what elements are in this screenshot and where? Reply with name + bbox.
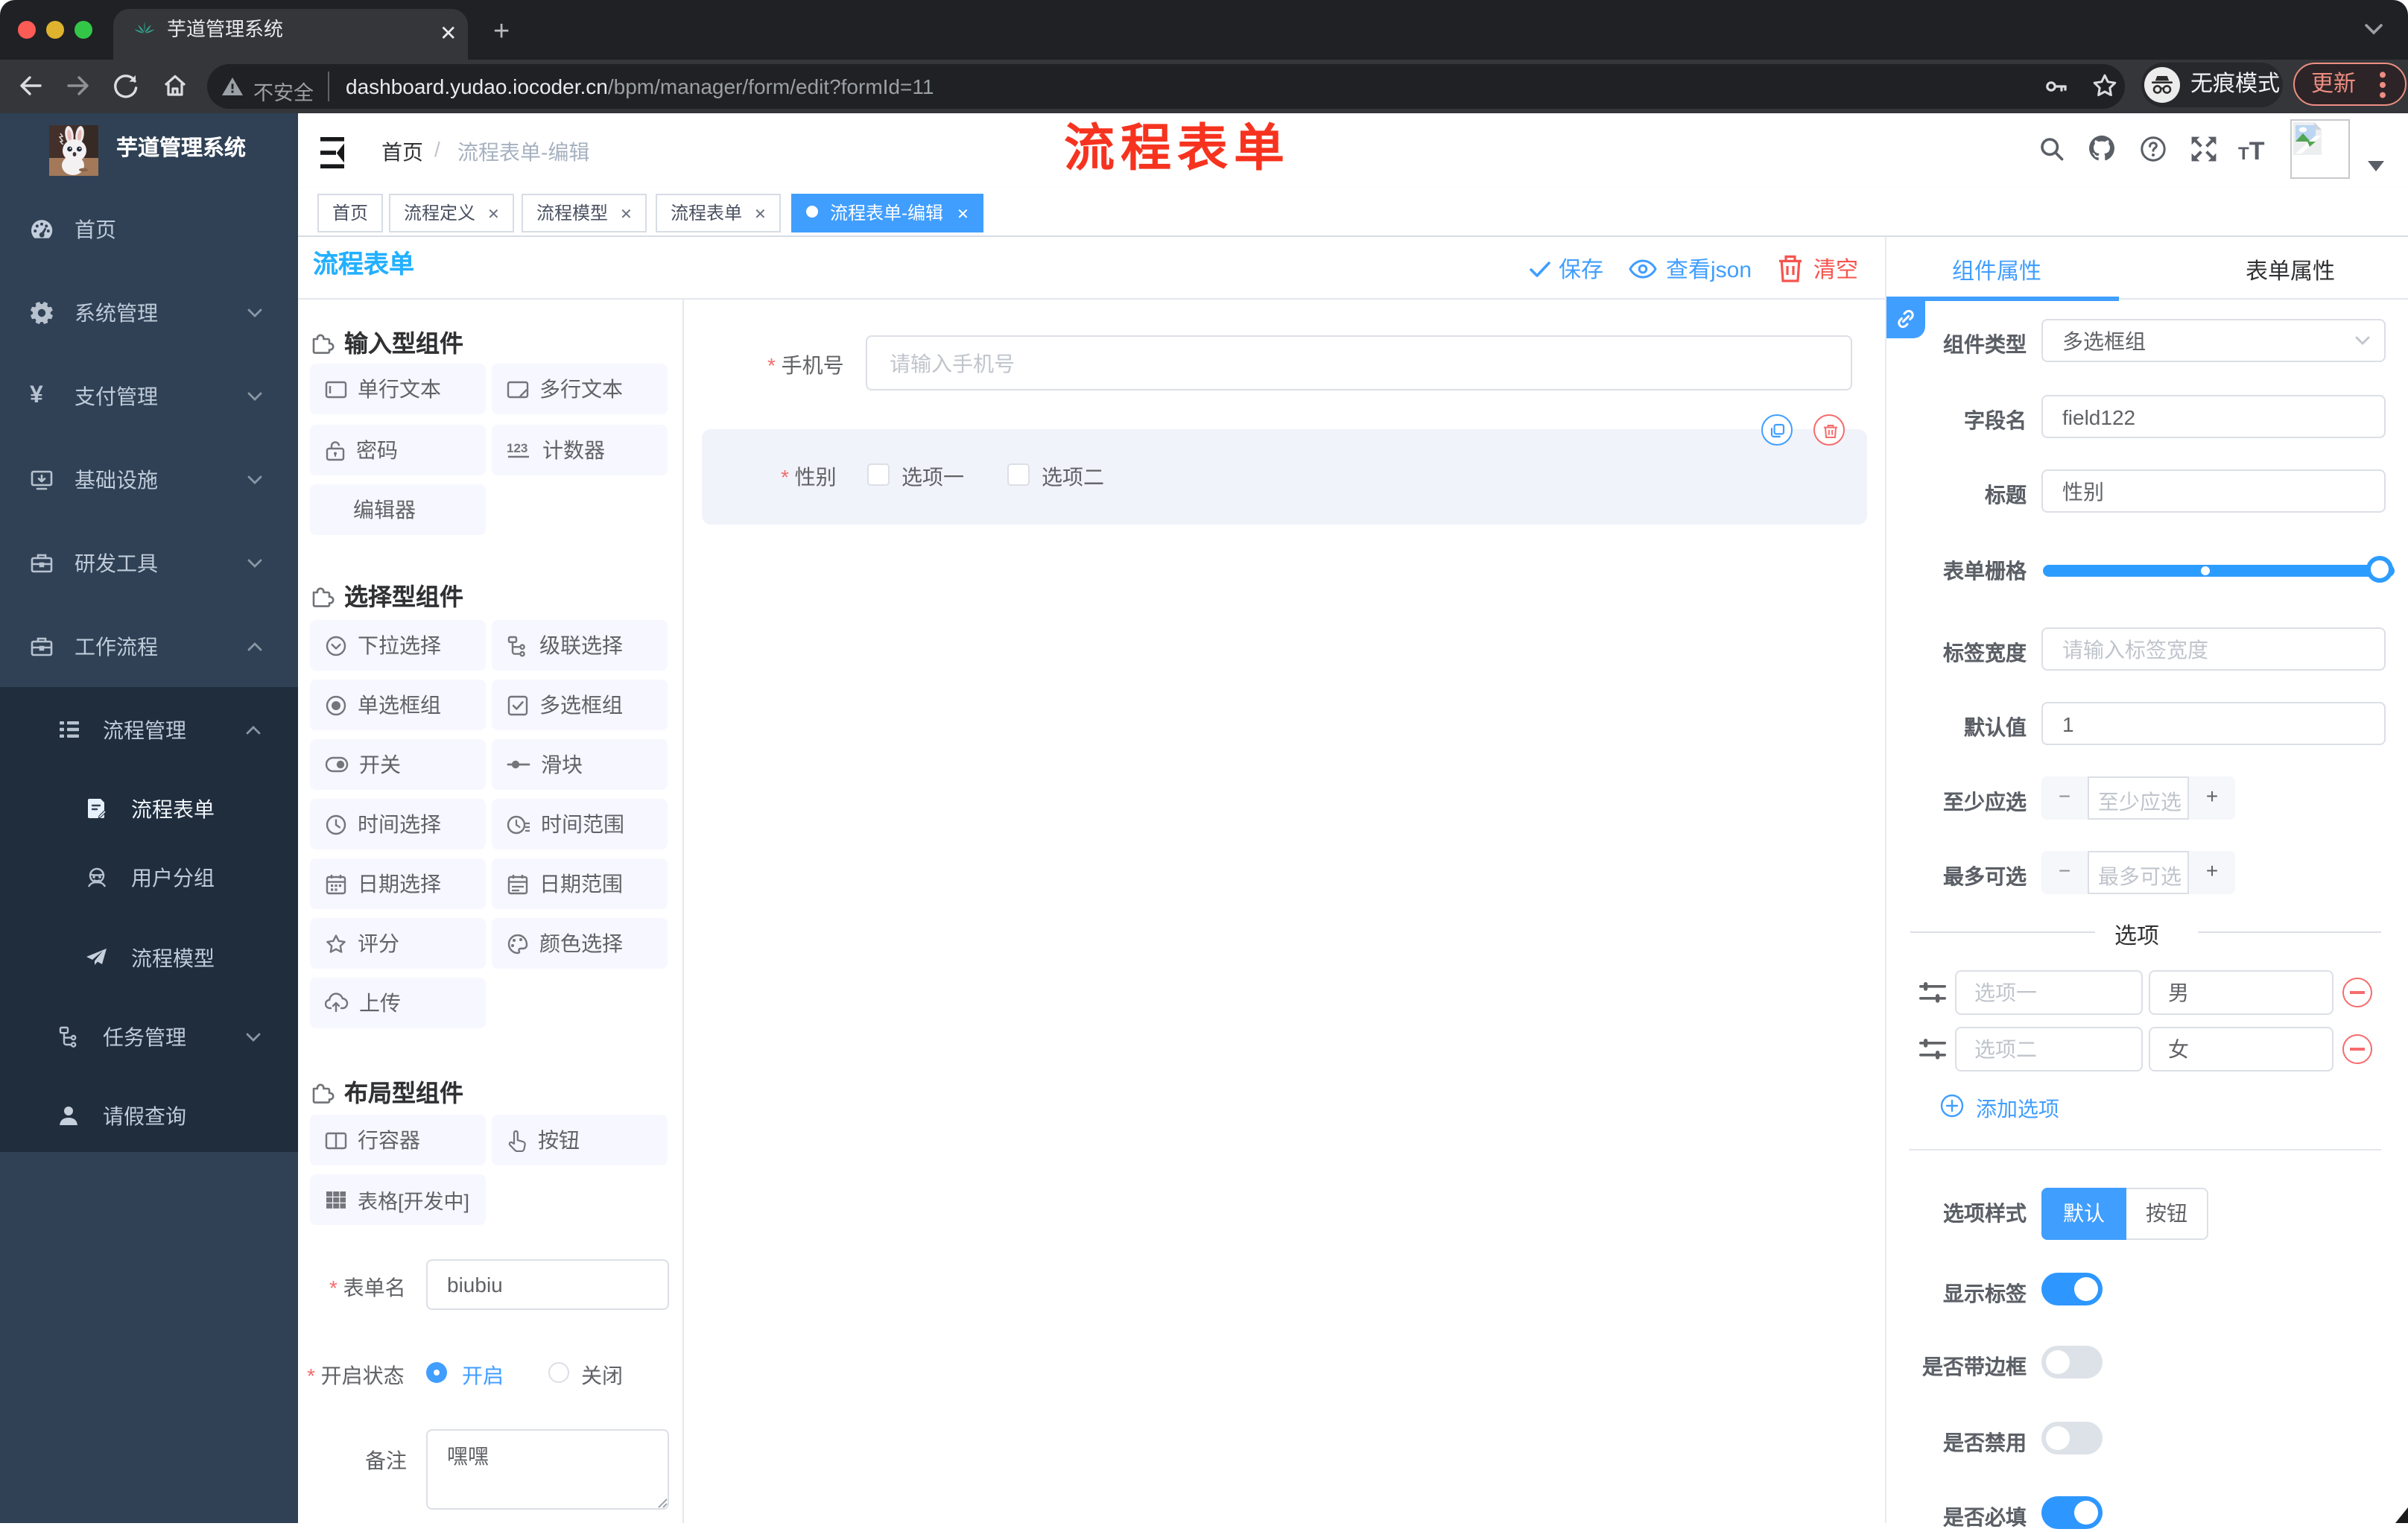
svg-text:123: 123 — [507, 441, 527, 455]
